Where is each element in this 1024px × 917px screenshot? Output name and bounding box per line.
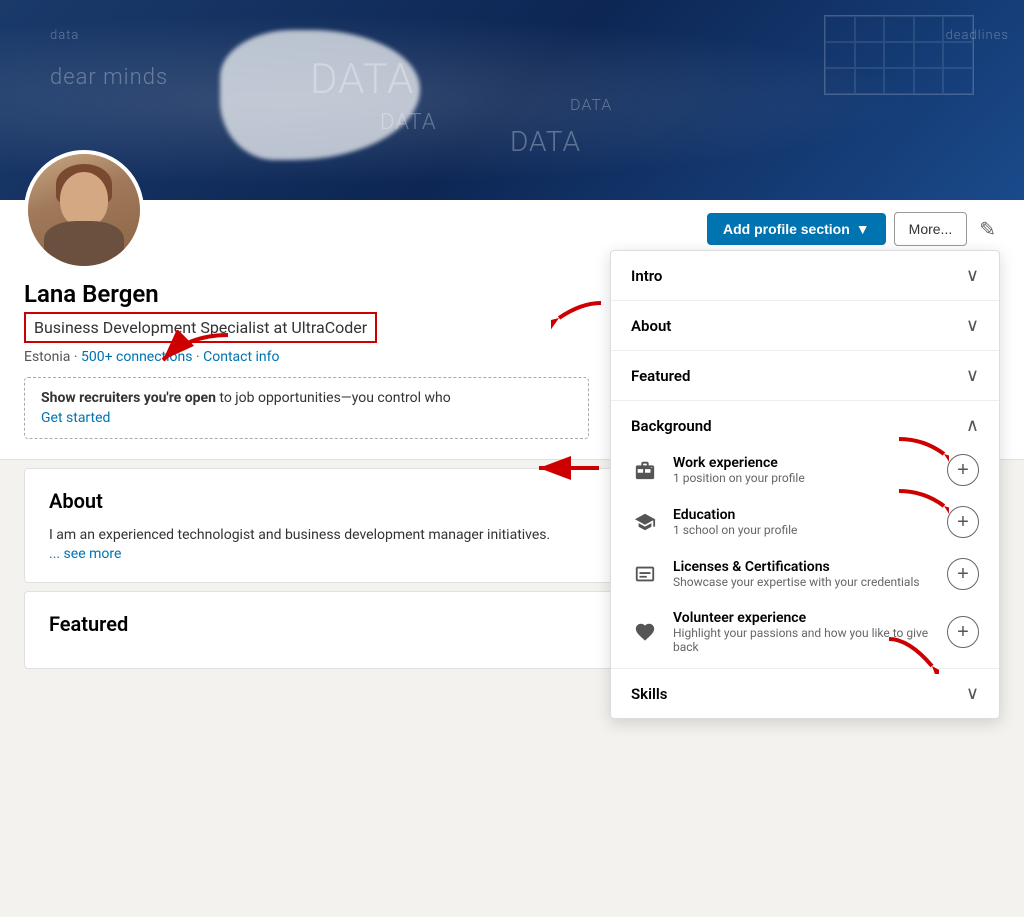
- certificate-icon: [631, 560, 659, 588]
- arrow-to-avatar-icon: [158, 330, 238, 380]
- profile-banner: dear minds data deadlines DATA DATA DATA…: [0, 0, 1024, 200]
- intro-chevron-icon: [966, 265, 979, 286]
- licenses-text: Licenses & Certifications Showcase your …: [673, 559, 933, 589]
- dropdown-arrow-icon: ▼: [856, 221, 870, 237]
- avatar-wrapper: [24, 150, 144, 270]
- profile-section: Lana Bergen Business Development Special…: [0, 200, 1024, 460]
- left-column: About I am an experienced technologist a…: [24, 468, 614, 677]
- about-label: About: [631, 317, 671, 335]
- featured-chevron-icon: [966, 365, 979, 386]
- get-started-link[interactable]: Get started: [41, 410, 572, 426]
- about-chevron-icon: [966, 315, 979, 336]
- about-text: I am an experienced technologist and bus…: [49, 525, 589, 546]
- volunteer-item: Volunteer experience Highlight your pass…: [611, 600, 999, 668]
- featured-card-title: Featured: [49, 612, 589, 636]
- add-education-button[interactable]: +: [947, 506, 979, 538]
- profile-meta: Estonia · 500+ connections · Contact inf…: [24, 349, 594, 365]
- dropdown-background-section: Background Work experience 1 position on…: [611, 401, 999, 669]
- location: Estonia: [24, 349, 70, 365]
- skills-label: Skills: [631, 685, 667, 703]
- skills-chevron-icon: [966, 683, 979, 704]
- add-work-experience-button[interactable]: +: [947, 454, 979, 486]
- featured-card: Featured: [24, 591, 614, 669]
- profile-name: Lana Bergen: [24, 280, 594, 308]
- arrow-to-skills-icon: [884, 634, 939, 674]
- recruiter-text: Show recruiters you're open to job oppor…: [41, 390, 451, 406]
- arrow-to-headline-icon: [534, 448, 604, 488]
- briefcase-icon: [631, 456, 659, 484]
- education-icon: [631, 508, 659, 536]
- arrow-to-education-icon: [894, 486, 949, 521]
- licenses-item: Licenses & Certifications Showcase your …: [611, 548, 999, 600]
- profile-actions: Add profile section ▼ More... ✎: [707, 212, 1000, 246]
- add-profile-section-button[interactable]: Add profile section ▼: [707, 213, 886, 245]
- avatar: [24, 150, 144, 270]
- volunteer-icon: [631, 618, 659, 646]
- dropdown-intro-row[interactable]: Intro: [611, 251, 999, 301]
- recruiter-box: Show recruiters you're open to job oppor…: [24, 377, 589, 439]
- dropdown-panel: Intro About: [610, 250, 1000, 719]
- education-item: Education 1 school on your profile +: [611, 496, 999, 548]
- add-licenses-button[interactable]: +: [947, 558, 979, 590]
- dropdown-featured-row[interactable]: Featured: [611, 351, 999, 401]
- background-label: Background: [631, 417, 712, 435]
- more-button[interactable]: More...: [894, 212, 968, 246]
- background-chevron-icon: [966, 415, 979, 436]
- arrow-to-about-icon: [551, 293, 606, 333]
- dropdown-about-row[interactable]: About: [611, 301, 999, 351]
- add-volunteer-button[interactable]: +: [947, 616, 979, 648]
- pencil-icon: ✎: [979, 219, 996, 241]
- intro-label: Intro: [631, 267, 662, 285]
- edit-profile-button[interactable]: ✎: [975, 213, 1000, 246]
- see-more-link[interactable]: ... see more: [49, 546, 589, 562]
- arrow-to-work-icon: [894, 434, 949, 469]
- dropdown-skills-row[interactable]: Skills: [611, 669, 999, 718]
- about-card-title: About: [49, 489, 589, 513]
- featured-label: Featured: [631, 367, 690, 385]
- about-card: About I am an experienced technologist a…: [24, 468, 614, 583]
